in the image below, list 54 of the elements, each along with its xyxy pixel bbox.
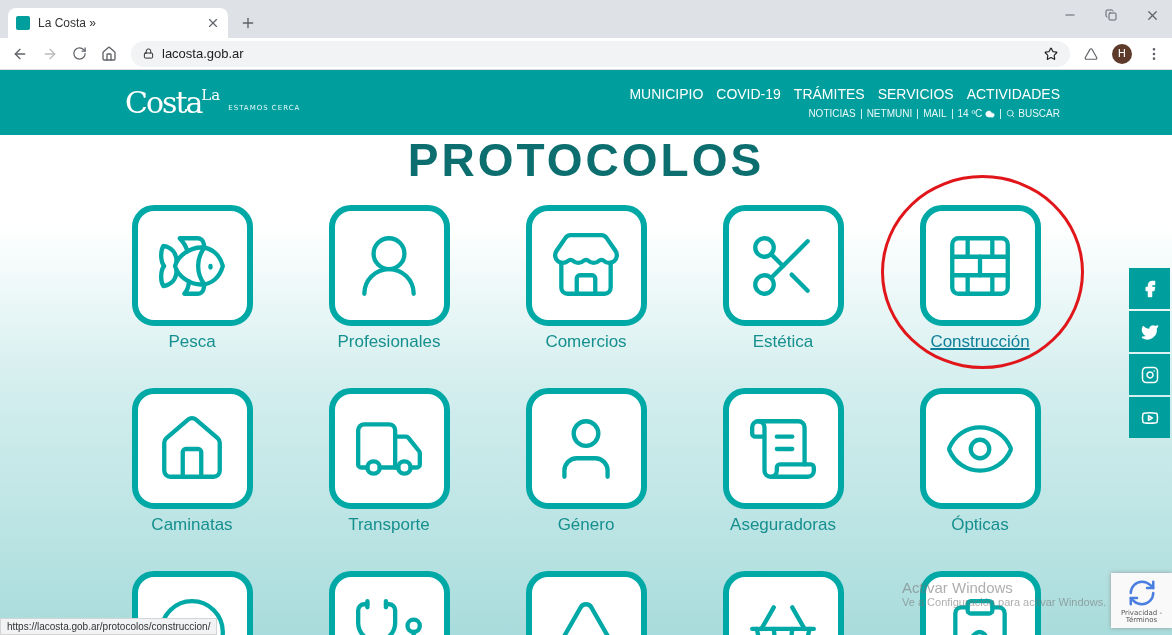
protocol-tile[interactable] [722,205,844,326]
bookmark-star-icon[interactable] [1044,46,1058,61]
protocol-link[interactable]: Comercios [545,332,627,352]
search-icon [1006,109,1016,118]
protocol-tile[interactable] [328,388,450,509]
secondary-nav-link[interactable]: NOTICIAS [808,108,856,119]
address-bar[interactable]: lacosta.gob.ar [131,40,1070,67]
restore-button[interactable] [1105,7,1117,23]
secondary-nav-link[interactable]: NETMUNI [866,108,913,119]
protocol-tile[interactable] [525,388,647,509]
new-tab-button[interactable] [240,15,256,31]
protocol-tile[interactable] [328,205,450,326]
link-url-tooltip: https://lacosta.gob.ar/protocolos/construccion/ [0,618,218,635]
instagram-icon [1140,365,1159,384]
tab-title: La Costa » [38,16,98,30]
close-tab-button[interactable] [206,16,220,30]
facebook-button[interactable] [1129,268,1170,309]
protocol-tile[interactable] [722,388,844,509]
home-button[interactable] [101,45,117,62]
secondary-nav-link[interactable]: MAIL [923,108,947,119]
url-text: lacosta.gob.ar [162,46,244,61]
nav-link[interactable]: TRÁMITES [793,86,865,102]
protocol-link[interactable]: Construcción [930,332,1030,352]
protocol-link[interactable]: Transporte [348,515,430,535]
page-title: PROTOCOLOS [407,137,765,183]
protocol-tile[interactable] [919,388,1041,509]
nav-link[interactable]: COVID-19 [716,86,781,102]
cloud-icon [985,108,996,119]
protocol-link[interactable]: Pesca [168,332,216,352]
twitter-button[interactable] [1129,311,1170,352]
reload-button[interactable] [72,46,87,61]
activation-title: Activar Windows [902,579,1014,596]
youtube-button[interactable] [1129,397,1170,438]
protocol-link[interactable]: Aseguradoras [730,515,836,535]
instagram-button[interactable] [1129,354,1170,395]
lock-icon [143,48,154,59]
search-link[interactable]: BUSCAR [1006,108,1060,119]
nav-link[interactable]: ACTIVIDADES [966,86,1060,102]
protocol-tile[interactable] [919,205,1041,326]
twitter-icon [1140,322,1159,341]
browser-tab[interactable]: La Costa » [8,8,228,38]
weather-link[interactable]: 14 ºC [957,108,996,119]
protocol-link[interactable]: Ópticas [951,515,1009,535]
protocol-tile[interactable] [131,388,253,509]
favicon-icon [16,16,30,30]
protocol-link[interactable]: Profesionales [337,332,441,352]
protocol-link[interactable]: Estética [752,332,814,352]
protocol-link[interactable]: Caminatas [151,515,233,535]
protocol-link[interactable]: Género [557,515,615,535]
nav-link[interactable]: SERVICIOS [877,86,954,102]
protocol-tile[interactable] [131,205,253,326]
protocol-tile[interactable] [525,205,647,326]
nav-link[interactable]: MUNICIPIO [629,86,704,102]
profile-avatar[interactable]: H [1112,43,1132,64]
